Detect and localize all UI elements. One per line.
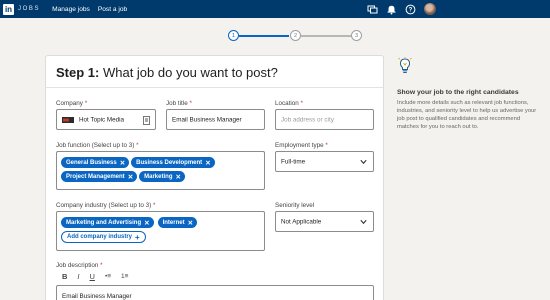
- step-2-indicator: 2: [290, 30, 301, 41]
- underline-button[interactable]: U: [90, 272, 95, 281]
- required-marker: *: [84, 100, 88, 107]
- form-heading-step: Step 1:: [56, 65, 100, 80]
- tips-title: Show your job to the right candidates: [397, 89, 519, 96]
- company-industry-field[interactable]: Marketing and Advertising ✕ Internet ✕ Add…: [56, 211, 265, 251]
- bold-button[interactable]: B: [62, 272, 67, 281]
- company-industry-tag[interactable]: Internet ✕: [157, 217, 198, 228]
- svg-text:?: ?: [409, 7, 413, 13]
- tips-body: Include more details such as relevant jo…: [397, 100, 537, 130]
- job-function-tag[interactable]: Project Management ✕: [61, 171, 138, 182]
- required-marker: *: [152, 202, 156, 209]
- job-description-label: Job description *: [56, 262, 103, 269]
- job-title-value: Email Business Manager: [172, 116, 242, 123]
- job-title-label-text: Job title: [166, 100, 188, 107]
- remove-tag-icon[interactable]: ✕: [175, 173, 180, 181]
- company-label: Company *: [56, 100, 87, 107]
- required-marker: *: [100, 262, 103, 269]
- seniority-level-label: Seniority level: [275, 202, 315, 209]
- seniority-level-value: Not Applicable: [281, 218, 322, 225]
- job-function-label-text: Job function (Select up to 3): [56, 142, 135, 149]
- form-heading-text: What job do you want to post?: [102, 65, 278, 80]
- company-industry-tags: Marketing and Advertising ✕ Internet ✕ Add…: [61, 217, 260, 243]
- add-industry-label: Add company industry: [67, 234, 133, 240]
- lightbulb-icon: [398, 57, 412, 73]
- progress-stepper: 1 2 3: [228, 30, 362, 42]
- job-function-label: Job function (Select up to 3) *: [56, 142, 139, 149]
- tag-label: Marketing: [144, 173, 173, 180]
- company-page-icon: [143, 116, 150, 125]
- job-function-tag[interactable]: Marketing ✕: [139, 171, 185, 182]
- job-function-tag[interactable]: Business Development ✕: [131, 157, 215, 168]
- chevron-down-icon: [360, 219, 367, 224]
- tag-label: Internet: [162, 219, 185, 226]
- job-title-input[interactable]: Email Business Manager: [166, 109, 265, 130]
- tag-label: Business Development: [136, 159, 203, 166]
- remove-tag-icon[interactable]: ✕: [144, 219, 149, 227]
- tag-label: General Business: [66, 159, 117, 166]
- seniority-level-select[interactable]: Not Applicable: [275, 211, 374, 232]
- numbered-list-button[interactable]: 1≡: [121, 273, 128, 280]
- remove-tag-icon[interactable]: ✕: [188, 219, 193, 227]
- employment-type-value: Full-time: [281, 158, 306, 165]
- required-marker: *: [300, 100, 304, 107]
- company-industry-label-text: Company industry (Select up to 3): [56, 202, 152, 209]
- form-heading: Step 1: What job do you want to post?: [46, 56, 383, 88]
- company-value: Hot Topic Media: [79, 116, 125, 123]
- remove-tag-icon[interactable]: ✕: [120, 159, 125, 167]
- remove-tag-icon[interactable]: ✕: [205, 159, 210, 167]
- notifications-icon[interactable]: [386, 4, 397, 15]
- required-marker: *: [136, 142, 139, 149]
- description-toolbar: B I U •≡ 1≡: [62, 272, 138, 281]
- profile-avatar[interactable]: [424, 3, 436, 15]
- top-navigation-bar: in JOBS Manage jobs Post a job ?: [0, 0, 550, 18]
- bulleted-list-button[interactable]: •≡: [105, 273, 111, 280]
- location-input[interactable]: Job address or city: [275, 109, 374, 130]
- italic-button[interactable]: I: [77, 272, 79, 281]
- tag-label: Marketing and Advertising: [66, 219, 142, 226]
- plus-icon: +: [135, 232, 140, 242]
- employment-type-label-text: Employment type: [275, 142, 324, 149]
- company-industry-label: Company industry (Select up to 3) *: [56, 202, 155, 209]
- step-3-indicator: 3: [351, 30, 362, 41]
- help-icon[interactable]: ?: [405, 4, 416, 15]
- stepper-line-complete: [239, 35, 289, 37]
- required-marker: *: [325, 142, 328, 149]
- job-function-field[interactable]: General Business ✕ Business Development ✕ …: [56, 151, 265, 190]
- jobs-logo-text: JOBS: [18, 6, 41, 12]
- linkedin-logo-mark: in: [3, 3, 14, 15]
- nav-post-a-job[interactable]: Post a job: [98, 6, 127, 13]
- company-industry-tag[interactable]: Marketing and Advertising ✕: [61, 217, 154, 228]
- job-description-editor[interactable]: Email Business Manager: [56, 285, 374, 300]
- job-description-text: Email Business Manager: [62, 293, 132, 300]
- employment-type-label: Employment type *: [275, 142, 328, 149]
- required-marker: *: [189, 100, 192, 107]
- job-title-label: Job title *: [166, 100, 192, 107]
- add-company-industry-button[interactable]: Add company industry +: [61, 231, 146, 243]
- step-1-indicator: 1: [228, 30, 239, 41]
- linkedin-jobs-logo[interactable]: in JOBS: [3, 3, 41, 15]
- job-post-form-card: Step 1: What job do you want to post? Co…: [45, 55, 384, 300]
- location-label: Location *: [275, 100, 303, 107]
- stepper-line-pending: [301, 35, 351, 37]
- messages-icon[interactable]: [367, 4, 378, 15]
- chevron-down-icon: [360, 159, 367, 164]
- location-placeholder: Job address or city: [281, 116, 334, 123]
- location-label-text: Location: [275, 100, 299, 107]
- job-description-label-text: Job description: [56, 262, 99, 269]
- company-logo-icon: [62, 117, 74, 123]
- nav-manage-jobs[interactable]: Manage jobs: [52, 6, 90, 13]
- employment-type-select[interactable]: Full-time: [275, 151, 374, 172]
- job-function-tags: General Business ✕ Business Development ✕ …: [61, 157, 260, 185]
- remove-tag-icon[interactable]: ✕: [128, 173, 133, 181]
- job-function-tag[interactable]: General Business ✕: [61, 157, 130, 168]
- company-label-text: Company: [56, 100, 83, 107]
- company-field[interactable]: Hot Topic Media: [56, 109, 156, 130]
- tag-label: Project Management: [66, 173, 125, 180]
